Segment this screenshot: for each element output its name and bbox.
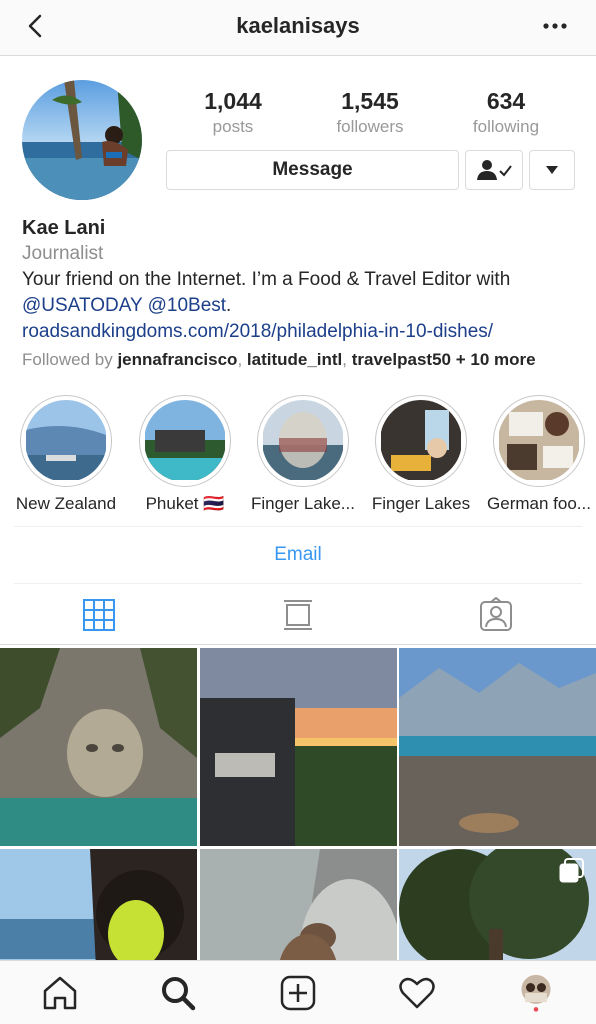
highlight-label: German foo... (487, 494, 591, 513)
bio-text: Your friend on the Internet. I’m a Food … (22, 269, 511, 290)
highlight-label: New Zealand (15, 494, 117, 513)
post-thumbnail[interactable] (399, 648, 596, 846)
highlight-new-zealand[interactable]: New Zealand (7, 395, 125, 514)
followed-by-prefix: Followed by (22, 350, 118, 369)
activity-dot (533, 1007, 539, 1012)
posts-count: 1,044 (204, 88, 262, 114)
stat-followers[interactable]: 1,545 followers (300, 88, 440, 137)
mention-10best-link[interactable]: @10Best (148, 295, 226, 316)
grid-icon[interactable] (81, 597, 117, 633)
highlight-ring (139, 395, 231, 487)
feed-icon[interactable] (280, 597, 316, 633)
heart-icon[interactable] (397, 973, 437, 1013)
highlight-ring (257, 395, 349, 487)
post-thumbnail[interactable] (0, 648, 197, 846)
more-options-icon[interactable] (540, 12, 570, 40)
highlight-ring (375, 395, 467, 487)
tagged-icon[interactable] (478, 597, 514, 633)
highlight-label: Finger Lake... (251, 494, 355, 513)
post-thumbnail[interactable] (399, 849, 596, 960)
following-status-button[interactable] (465, 150, 523, 190)
following-label: following (472, 117, 540, 136)
profile-category: Journalist (22, 243, 104, 264)
followed-by-text[interactable]: Followed by jennafrancisco, latitude_int… (22, 347, 582, 373)
profile-full-name: Kae Lani (22, 217, 106, 239)
highlight-finger-lakes-1[interactable]: Finger Lake... (244, 395, 362, 514)
posts-label: posts (212, 117, 254, 136)
person-check-icon (477, 160, 512, 180)
profile-avatar-large[interactable] (22, 80, 142, 200)
suggested-dropdown-button[interactable] (529, 150, 575, 190)
post-thumbnail[interactable] (200, 849, 397, 960)
profile-avatar-tab[interactable] (516, 973, 556, 1013)
top-bar: kaelanisays (0, 0, 596, 56)
highlight-phuket[interactable]: Phuket 🇹🇭 (126, 395, 244, 514)
add-post-icon[interactable] (278, 973, 318, 1013)
profile-tabs (0, 585, 596, 645)
search-icon[interactable] (158, 973, 198, 1013)
profile-bio: Kae Lani Journalist Your friend on the I… (22, 215, 582, 373)
stat-posts[interactable]: 1,044 posts (163, 88, 303, 137)
followers-count: 1,545 (341, 88, 399, 114)
follower-travelpast50: travelpast50 (351, 350, 451, 369)
post-thumbnail[interactable] (200, 648, 397, 846)
highlight-label: Phuket 🇹🇭 (145, 494, 225, 513)
followed-by-more: + 10 more (455, 350, 536, 369)
home-icon[interactable] (40, 973, 80, 1013)
highlight-label: Finger Lakes (371, 494, 471, 513)
followers-label: followers (336, 117, 404, 136)
caret-down-icon (546, 166, 558, 174)
stat-following[interactable]: 634 following (436, 88, 576, 137)
highlight-ring (20, 395, 112, 487)
mention-usatoday-link[interactable]: @USATODAY (22, 295, 142, 316)
follower-jennafrancisco: jennafrancisco (117, 350, 238, 369)
follower-latitude-intl: latitude_intl (246, 350, 343, 369)
profile-username-title: kaelanisays (236, 13, 360, 38)
bio-period: . (226, 295, 232, 316)
bottom-navigation (0, 960, 596, 1024)
email-contact-button[interactable]: Email (14, 526, 582, 584)
message-button[interactable]: Message (166, 150, 459, 190)
posts-grid (0, 648, 596, 960)
highlight-german-food[interactable]: German foo... (480, 395, 596, 514)
highlight-finger-lakes-2[interactable]: Finger Lakes (362, 395, 480, 514)
post-thumbnail[interactable] (0, 849, 197, 960)
highlight-ring (493, 395, 585, 487)
bio-website-link[interactable]: roadsandkingdoms.com/2018/philadelphia-i… (22, 321, 493, 342)
following-count: 634 (486, 88, 526, 114)
